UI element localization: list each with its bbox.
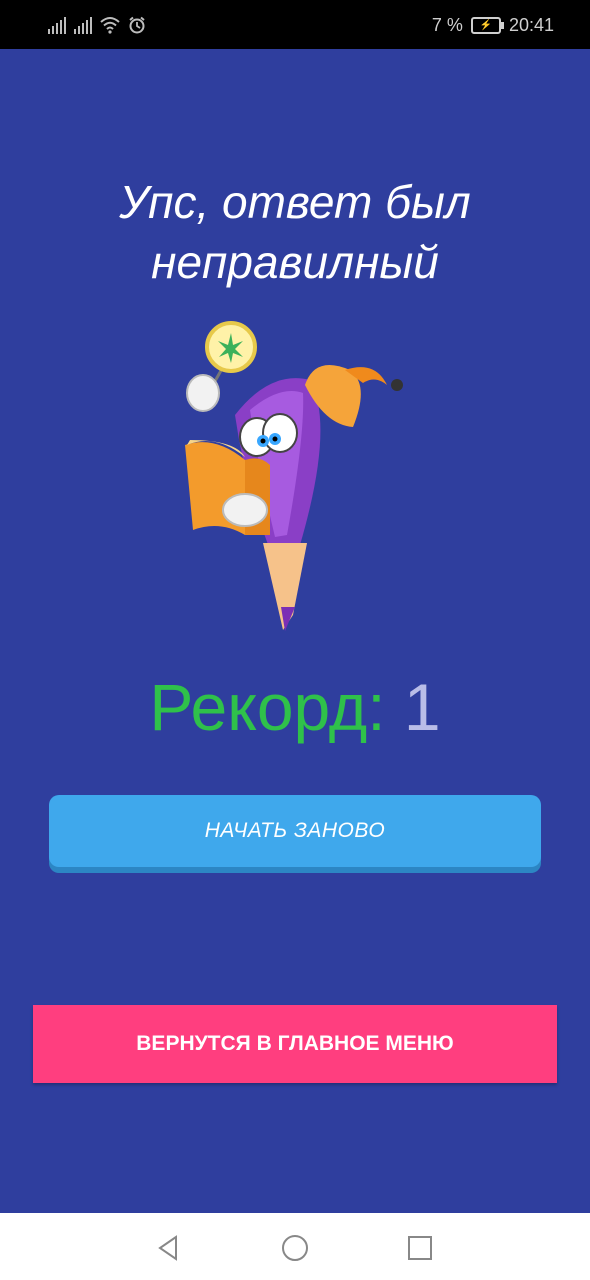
signal-icon: [48, 16, 66, 34]
status-bar: 7 % ⚡ 20:41: [0, 0, 590, 49]
main-menu-button-label: ВЕРНУТСЯ В ГЛАВНОЕ МЕНЮ: [136, 1032, 454, 1055]
result-title: Упс, ответ был неправилный: [119, 176, 471, 288]
status-icons-left: [48, 14, 146, 36]
navigation-bar: [0, 1213, 590, 1280]
restart-button[interactable]: НАЧАТЬ ЗАНОВО: [49, 795, 541, 867]
alarm-icon: [129, 16, 145, 34]
restart-button-label: НАЧАТЬ ЗАНОВО: [204, 819, 386, 842]
status-icons-right: 7 % ⚡ 20:41: [432, 12, 554, 38]
record-label: Рекорд:: [149, 670, 404, 744]
battery-charging-icon: ⚡: [470, 16, 504, 34]
signal-icon: [74, 16, 92, 34]
pencil-wizard-mascot: [185, 321, 403, 631]
record-value: 1: [403, 670, 441, 744]
battery-percent: 7 %: [431, 14, 463, 35]
record-display: Рекорд: 1: [0, 667, 590, 747]
wifi-icon: [100, 17, 120, 34]
clock: 20:41: [508, 14, 554, 35]
recents-icon[interactable]: [405, 1233, 435, 1263]
main-menu-button[interactable]: ВЕРНУТСЯ В ГЛАВНОЕ МЕНЮ: [33, 1005, 557, 1083]
back-icon[interactable]: [154, 1233, 184, 1263]
home-icon[interactable]: [280, 1233, 310, 1263]
